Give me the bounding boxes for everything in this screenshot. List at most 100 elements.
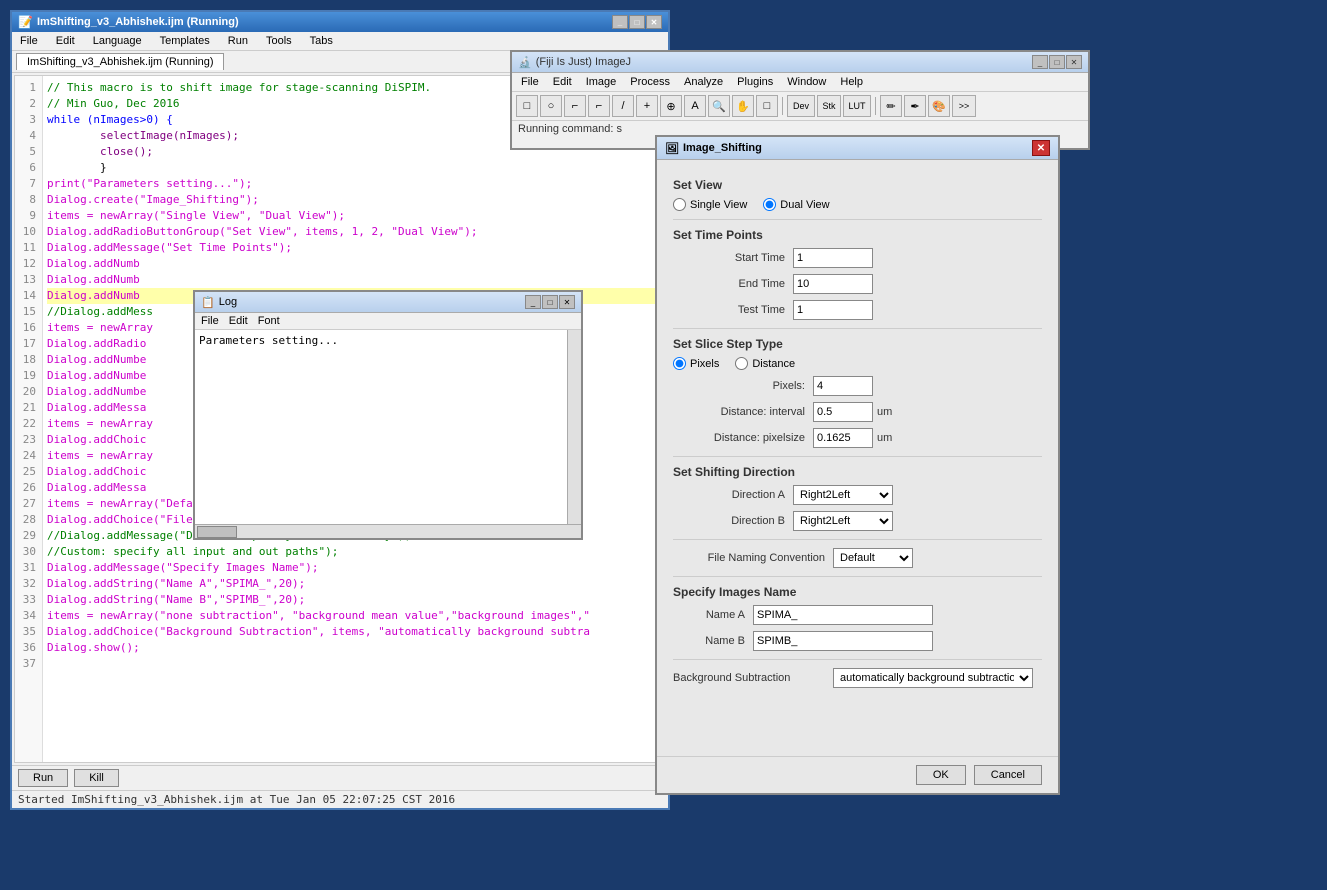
log-title: Log: [219, 296, 237, 308]
tool-dev[interactable]: Dev: [787, 95, 815, 117]
editor-tab[interactable]: ImShifting_v3_Abhishek.ijm (Running): [16, 53, 224, 70]
ij-menu-window[interactable]: Window: [784, 75, 829, 89]
ok-button[interactable]: OK: [916, 765, 966, 785]
ij-menu-analyze[interactable]: Analyze: [681, 75, 726, 89]
cancel-button[interactable]: Cancel: [974, 765, 1042, 785]
single-view-radio[interactable]: Single View: [673, 198, 747, 211]
log-menu-edit[interactable]: Edit: [229, 315, 248, 327]
ij-menu-edit[interactable]: Edit: [550, 75, 575, 89]
run-button[interactable]: Run: [18, 769, 68, 787]
log-hscrollbar[interactable]: [195, 524, 581, 538]
maximize-btn[interactable]: □: [629, 15, 645, 29]
log-close-btn[interactable]: ✕: [559, 295, 575, 309]
tool-freehand[interactable]: ⌐: [588, 95, 610, 117]
tool-wand[interactable]: ⊕: [660, 95, 682, 117]
dir-a-label: Direction A: [673, 489, 793, 501]
menu-templates[interactable]: Templates: [156, 34, 214, 48]
log-maximize-btn[interactable]: □: [542, 295, 558, 309]
specify-images-label: Specify Images Name: [673, 585, 1042, 599]
dialog-close-btn[interactable]: ✕: [1032, 140, 1050, 156]
dialog-body: Set View Single View Dual View Set Time …: [657, 160, 1058, 756]
log-content: Parameters setting...: [195, 330, 581, 524]
code-line-12: Dialog.addMessage("Set Time Points");: [47, 240, 661, 256]
code-line-13: Dialog.addNumb: [47, 256, 661, 272]
code-line-35: items = newArray("none subtraction", "ba…: [47, 608, 661, 624]
ij-menu-process[interactable]: Process: [627, 75, 673, 89]
tool-rect2[interactable]: □: [756, 95, 778, 117]
dual-view-radio[interactable]: Dual View: [763, 198, 829, 211]
slice-step-label: Set Slice Step Type: [673, 337, 1042, 351]
log-titlebar: 📋 Log _ □ ✕: [195, 292, 581, 313]
tool-stk[interactable]: Stk: [817, 95, 841, 117]
ij-minimize-btn[interactable]: _: [1032, 55, 1048, 69]
log-window: 📋 Log _ □ ✕ File Edit Font Parameters se…: [193, 290, 583, 540]
tool-ellipse[interactable]: ○: [540, 95, 562, 117]
log-menu-file[interactable]: File: [201, 315, 219, 327]
tool-more[interactable]: >>: [952, 95, 976, 117]
tool-pencil[interactable]: ✏: [880, 95, 902, 117]
tool-pan[interactable]: ✋: [732, 95, 754, 117]
dist-pixelsize-input[interactable]: [813, 428, 873, 448]
dialog-title-text: Image_Shifting: [683, 142, 762, 154]
dir-a-select[interactable]: Right2Left Left2Right: [793, 485, 893, 505]
file-naming-select[interactable]: Default Custom: [833, 548, 913, 568]
menu-file[interactable]: File: [16, 34, 42, 48]
main-title: ImShifting_v3_Abhishek.ijm (Running): [37, 16, 239, 28]
ij-menu-help[interactable]: Help: [837, 75, 866, 89]
pixels-value-label: Pixels:: [673, 380, 813, 392]
bg-subtraction-select[interactable]: none subtraction background mean value b…: [833, 668, 1033, 688]
editor-menubar: File Edit Language Templates Run Tools T…: [12, 32, 668, 51]
kill-button[interactable]: Kill: [74, 769, 119, 787]
tool-multipoint[interactable]: +: [636, 95, 658, 117]
ij-menu-file[interactable]: File: [518, 75, 542, 89]
tool-rect[interactable]: □: [516, 95, 538, 117]
test-time-input[interactable]: [793, 300, 873, 320]
menu-language[interactable]: Language: [89, 34, 146, 48]
distance-label: Distance: [752, 358, 795, 370]
start-time-input[interactable]: [793, 248, 873, 268]
ij-maximize-btn[interactable]: □: [1049, 55, 1065, 69]
log-menu-font[interactable]: Font: [258, 315, 280, 327]
slice-step-radio-group: Pixels Distance: [673, 357, 1042, 370]
imagej-icon: 🔬: [518, 56, 532, 69]
pixels-radio[interactable]: Pixels: [673, 357, 719, 370]
code-line-9: Dialog.create("Image_Shifting");: [47, 192, 661, 208]
log-hscroll-thumb[interactable]: [197, 526, 237, 538]
test-time-label: Test Time: [673, 304, 793, 316]
code-line-14: Dialog.addNumb: [47, 272, 661, 288]
code-line-33: Dialog.addString("Name A","SPIMA_",20);: [47, 576, 661, 592]
status-bar: Started ImShifting_v3_Abhishek.ijm at Tu…: [12, 790, 668, 808]
close-btn[interactable]: ✕: [646, 15, 662, 29]
name-a-label: Name A: [673, 609, 753, 621]
ij-menu-plugins[interactable]: Plugins: [734, 75, 776, 89]
name-a-input[interactable]: [753, 605, 933, 625]
dist-interval-input[interactable]: [813, 402, 873, 422]
name-b-label: Name B: [673, 635, 753, 647]
shifting-dir-label: Set Shifting Direction: [673, 465, 1042, 479]
menu-run[interactable]: Run: [224, 34, 252, 48]
name-b-input[interactable]: [753, 631, 933, 651]
dir-b-select[interactable]: Right2Left Left2Right: [793, 511, 893, 531]
end-time-input[interactable]: [793, 274, 873, 294]
dual-view-label: Dual View: [780, 199, 829, 211]
tool-text[interactable]: A: [684, 95, 706, 117]
tool-paintbrush[interactable]: ✒: [904, 95, 926, 117]
ij-menu-image[interactable]: Image: [583, 75, 620, 89]
distance-radio[interactable]: Distance: [735, 357, 795, 370]
dialog-footer: OK Cancel: [657, 756, 1058, 793]
tool-polygon[interactable]: ⌐: [564, 95, 586, 117]
log-vscrollbar[interactable]: [567, 330, 581, 524]
menu-edit[interactable]: Edit: [52, 34, 79, 48]
tool-floodfill[interactable]: 🎨: [928, 95, 950, 117]
tool-lut[interactable]: LUT: [843, 95, 871, 117]
menu-tools[interactable]: Tools: [262, 34, 296, 48]
tool-zoom[interactable]: 🔍: [708, 95, 730, 117]
bg-subtraction-label: Background Subtraction: [673, 672, 833, 684]
minimize-btn[interactable]: _: [612, 15, 628, 29]
tool-line[interactable]: /: [612, 95, 634, 117]
pixels-value-input[interactable]: [813, 376, 873, 396]
ij-close-btn[interactable]: ✕: [1066, 55, 1082, 69]
menu-tabs[interactable]: Tabs: [306, 34, 337, 48]
name-a-row: Name A: [673, 605, 1042, 625]
log-minimize-btn[interactable]: _: [525, 295, 541, 309]
